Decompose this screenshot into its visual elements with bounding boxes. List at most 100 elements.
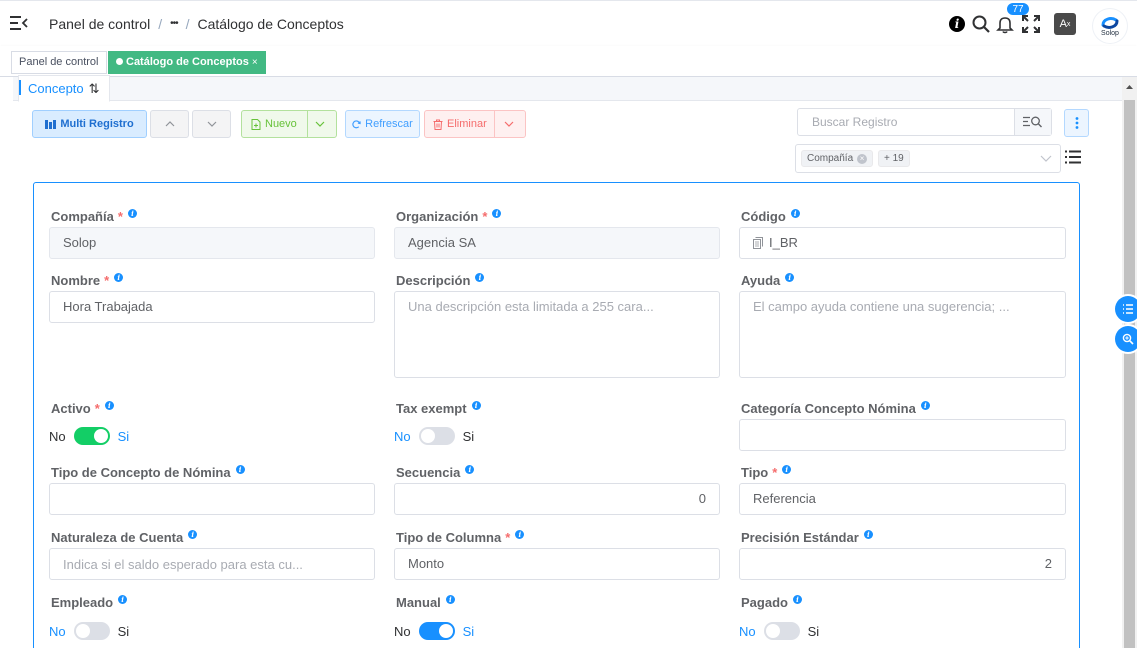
- account-nature-field[interactable]: [49, 548, 375, 580]
- info-icon: i: [790, 209, 800, 218]
- std-precision-label: Precisión Estándar i: [741, 530, 873, 545]
- type-label: Tipo * i: [741, 465, 792, 480]
- organization-field: Agencia SA: [394, 227, 720, 259]
- new-dropdown-icon[interactable]: [314, 116, 326, 132]
- search-input[interactable]: [798, 109, 1013, 135]
- paid-toggle[interactable]: [763, 622, 800, 640]
- payroll-category-label: Categoría Concepto Nómina i: [741, 401, 930, 416]
- company-field: Solop: [49, 227, 375, 259]
- advanced-search-button[interactable]: [1014, 109, 1051, 135]
- active-switch-row: No Si: [49, 427, 130, 445]
- chip-close-icon[interactable]: ×: [857, 153, 868, 164]
- active-toggle[interactable]: [73, 427, 110, 445]
- filter-chip-compania: Compañía ×: [801, 150, 874, 167]
- info-icon: i: [118, 595, 128, 604]
- breadcrumb-current: Catálogo de Conceptos: [197, 16, 344, 32]
- company-label: Compañía * i: [51, 209, 137, 224]
- more-vertical-icon: [1075, 117, 1078, 129]
- next-record-button[interactable]: [192, 110, 231, 138]
- manual-toggle[interactable]: [418, 622, 455, 640]
- list-view-icon[interactable]: [1065, 150, 1081, 164]
- std-precision-field[interactable]: 2: [739, 548, 1066, 580]
- tax-exempt-toggle[interactable]: [418, 427, 455, 445]
- chevron-down-icon: [1040, 155, 1052, 162]
- tax-exempt-label: Tax exempt i: [396, 401, 481, 416]
- info-icon: i: [782, 465, 792, 474]
- info-icon: i: [104, 401, 114, 410]
- avatar[interactable]: Solop: [1093, 9, 1127, 43]
- info-icon[interactable]: i: [947, 14, 967, 34]
- new-record-button[interactable]: Nuevo: [241, 110, 337, 138]
- manual-switch-row: No Si: [394, 622, 475, 640]
- avatar-label: Solop: [1101, 29, 1119, 37]
- refresh-button[interactable]: Refrescar: [345, 110, 420, 138]
- column-type-field[interactable]: Monto: [394, 548, 720, 580]
- previous-record-button[interactable]: [150, 110, 189, 138]
- code-field[interactable]: I_BR: [739, 227, 1066, 259]
- delete-dropdown-icon[interactable]: [503, 116, 515, 132]
- info-icon: i: [465, 465, 475, 474]
- info-icon: i: [127, 209, 137, 218]
- paid-switch-row: No Si: [739, 622, 820, 640]
- document-add-icon: [251, 118, 261, 130]
- help-label: Ayuda i: [741, 273, 795, 288]
- info-icon: i: [863, 530, 873, 539]
- main-content: Concepto ⇅ Multi Registro Nuevo Refresca…: [0, 75, 1122, 648]
- search-box: [797, 108, 1052, 136]
- info-icon: i: [785, 273, 795, 282]
- employee-toggle[interactable]: [73, 622, 110, 640]
- name-field[interactable]: Hora Trabajada: [49, 291, 375, 323]
- search-icon[interactable]: [971, 14, 991, 34]
- chevron-down-icon: [207, 121, 216, 127]
- info-icon: i: [475, 273, 485, 282]
- field-filter-select[interactable]: Compañía × + 19: [795, 144, 1061, 173]
- employee-label: Empleado i: [51, 595, 128, 610]
- breadcrumb-home[interactable]: Panel de control: [49, 16, 150, 32]
- type-field[interactable]: Referencia: [739, 483, 1066, 515]
- tag-close-icon[interactable]: ×: [252, 57, 258, 68]
- navbar: Panel de control / ••• / Catálogo de Con…: [0, 0, 1137, 46]
- list-icon: [1123, 304, 1133, 314]
- payroll-type-field[interactable]: [49, 483, 375, 515]
- scrollbar-thumb[interactable]: [1124, 100, 1135, 648]
- info-icon: i: [792, 595, 802, 604]
- delete-button[interactable]: Eliminar: [424, 110, 526, 138]
- code-label: Código i: [741, 209, 800, 224]
- table-icon: [45, 119, 57, 129]
- tax-exempt-switch-row: No Si: [394, 427, 475, 445]
- side-panel-button[interactable]: [1115, 296, 1137, 322]
- chevron-up-icon: [165, 121, 174, 127]
- manual-label: Manual i: [396, 595, 455, 610]
- tab-concepto[interactable]: Concepto ⇅: [18, 75, 110, 102]
- zoom-icon: [1122, 333, 1134, 345]
- tag-panel-de-control[interactable]: Panel de control: [11, 51, 107, 74]
- account-nature-label: Naturaleza de Cuenta i: [51, 530, 198, 545]
- multi-record-button[interactable]: Multi Registro: [32, 110, 147, 138]
- tags-view: Panel de control Catálogo de Conceptos ×: [0, 46, 1137, 77]
- organization-label: Organización * i: [396, 209, 502, 224]
- info-icon: i: [188, 530, 198, 539]
- paid-label: Pagado i: [741, 595, 802, 610]
- column-type-label: Tipo de Columna * i: [396, 530, 525, 545]
- translate-icon[interactable]: Ax: [1054, 13, 1076, 35]
- info-icon: i: [235, 465, 245, 474]
- sequence-field[interactable]: 0: [394, 483, 720, 515]
- more-options-button[interactable]: [1064, 109, 1089, 137]
- refresh-icon: [352, 119, 361, 128]
- document-icon: [753, 237, 763, 249]
- bell-icon[interactable]: [995, 14, 1015, 34]
- sequence-label: Secuencia i: [396, 465, 475, 480]
- fullscreen-icon[interactable]: [1021, 14, 1041, 34]
- payroll-category-field[interactable]: [739, 419, 1066, 451]
- tag-catalogo-conceptos[interactable]: Catálogo de Conceptos ×: [108, 51, 266, 74]
- side-search-button[interactable]: [1115, 326, 1137, 352]
- scroll-up-arrow-icon[interactable]: [1124, 82, 1135, 92]
- sort-icon[interactable]: ⇅: [89, 77, 100, 101]
- info-icon: i: [515, 530, 525, 539]
- description-field[interactable]: [394, 291, 720, 378]
- help-field[interactable]: [739, 291, 1066, 378]
- breadcrumb-ellipsis[interactable]: •••: [170, 16, 178, 32]
- employee-switch-row: No Si: [49, 622, 130, 640]
- filter-search-icon: [1023, 116, 1042, 128]
- menu-fold-icon[interactable]: [10, 15, 28, 31]
